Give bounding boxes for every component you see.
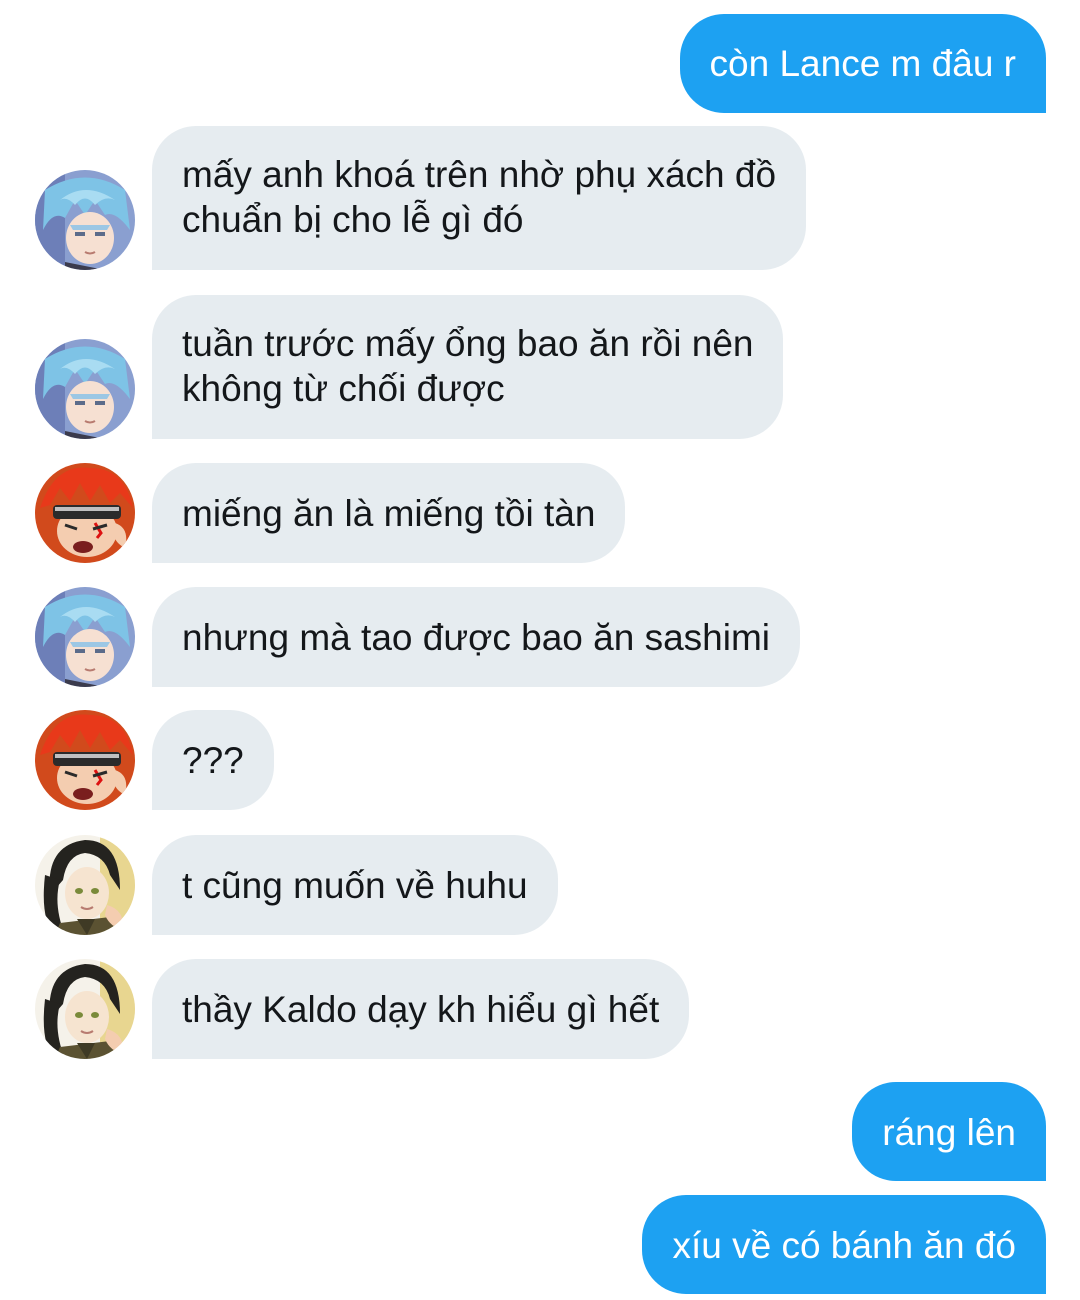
message-text-line: không từ chối được bbox=[182, 368, 505, 409]
incoming-message[interactable]: t cũng muốn về huhu bbox=[152, 835, 558, 935]
incoming-message[interactable]: mấy anh khoá trên nhờ phụ xách đồ chuẩn … bbox=[152, 126, 807, 270]
incoming-message[interactable]: thầy Kaldo dạy kh hiểu gì hết bbox=[152, 959, 690, 1059]
incoming-message[interactable]: miếng ăn là miếng tồi tàn bbox=[152, 463, 626, 563]
dark-hair-avatar[interactable] bbox=[35, 959, 135, 1059]
conversation-thread: còn Lance m đâu r mấy anh khoá trên nhờ … bbox=[0, 0, 1080, 1300]
red-hair-avatar[interactable] bbox=[35, 710, 135, 810]
dark-hair-avatar[interactable] bbox=[35, 835, 135, 935]
message-text-line: mấy anh khoá trên nhờ phụ xách đồ bbox=[182, 154, 777, 195]
red-hair-avatar[interactable] bbox=[35, 463, 135, 563]
blue-hair-avatar[interactable] bbox=[35, 339, 135, 439]
incoming-message[interactable]: ??? bbox=[152, 710, 274, 810]
message-text: ráng lên bbox=[882, 1112, 1016, 1153]
message-text: ??? bbox=[182, 740, 244, 781]
message-text: miếng ăn là miếng tồi tàn bbox=[182, 493, 596, 534]
message-text: nhưng mà tao được bao ăn sashimi bbox=[182, 617, 771, 658]
message-text: t cũng muốn về huhu bbox=[182, 865, 528, 906]
outgoing-message[interactable]: ráng lên bbox=[852, 1082, 1046, 1181]
outgoing-message[interactable]: xíu về có bánh ăn đó bbox=[642, 1195, 1046, 1294]
message-text: còn Lance m đâu r bbox=[709, 43, 1016, 84]
outgoing-message[interactable]: còn Lance m đâu r bbox=[679, 14, 1046, 113]
incoming-message[interactable]: nhưng mà tao được bao ăn sashimi bbox=[152, 587, 801, 687]
incoming-message[interactable]: tuần trước mấy ổng bao ăn rồi nên không … bbox=[152, 295, 784, 439]
blue-hair-avatar[interactable] bbox=[35, 170, 135, 270]
message-text: xíu về có bánh ăn đó bbox=[672, 1225, 1016, 1266]
message-text-line: chuẩn bị cho lễ gì đó bbox=[182, 199, 524, 240]
blue-hair-avatar[interactable] bbox=[35, 587, 135, 687]
message-text: thầy Kaldo dạy kh hiểu gì hết bbox=[182, 989, 660, 1030]
message-text-line: tuần trước mấy ổng bao ăn rồi nên bbox=[182, 323, 754, 364]
